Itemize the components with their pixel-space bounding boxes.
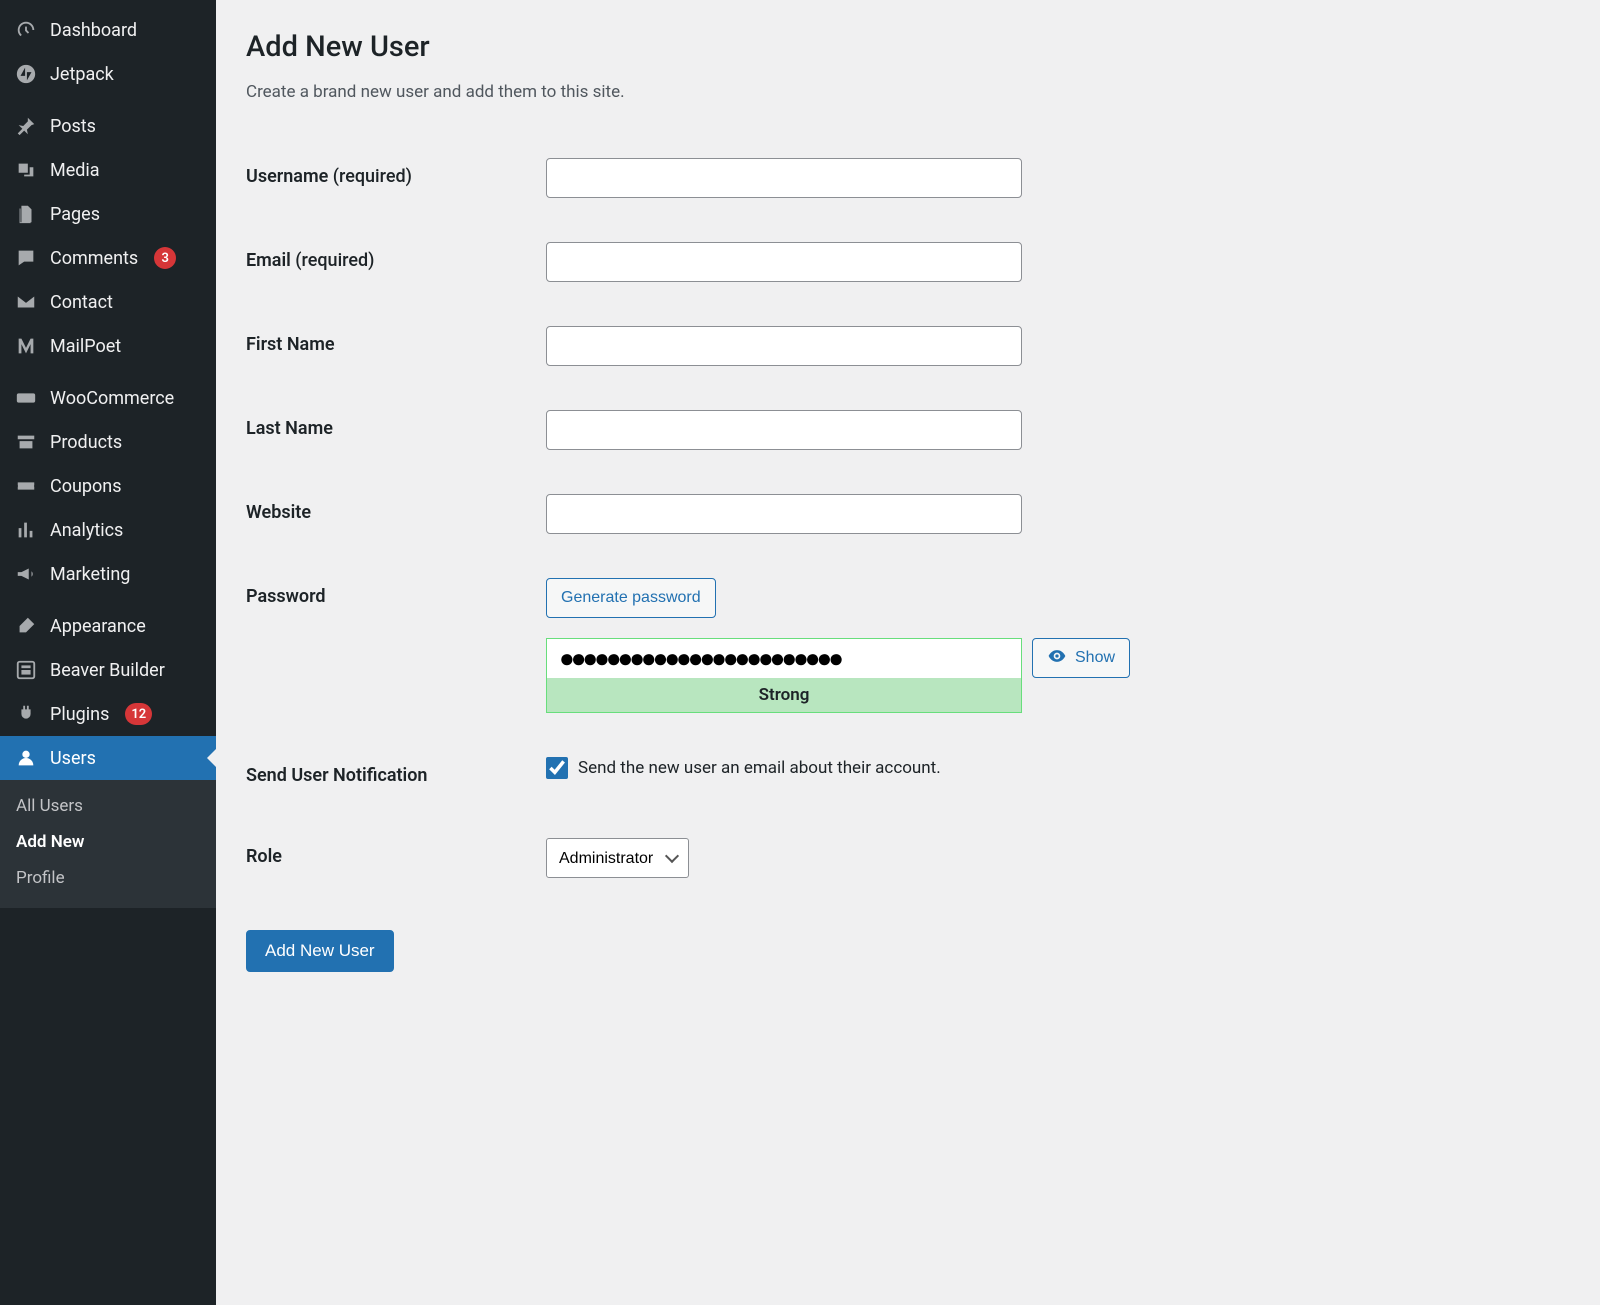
password-strength-indicator: Strong: [546, 678, 1022, 713]
add-user-form: Username (required) Email (required) Fir…: [246, 136, 1570, 900]
first-name-label: First Name: [246, 304, 546, 388]
sidebar-item-dashboard[interactable]: Dashboard: [0, 8, 216, 52]
sidebar-item-pages[interactable]: Pages: [0, 192, 216, 236]
sidebar-item-users[interactable]: Users: [0, 736, 216, 780]
sidebar-item-label: Contact: [50, 292, 113, 313]
sidebar-item-label: Marketing: [50, 564, 130, 585]
media-icon: [14, 158, 38, 182]
generate-password-button[interactable]: Generate password: [546, 578, 716, 618]
sidebar-item-contact[interactable]: Contact: [0, 280, 216, 324]
builder-icon: [14, 658, 38, 682]
eye-icon: [1047, 646, 1067, 671]
sidebar-item-label: Dashboard: [50, 20, 137, 41]
sidebar-item-label: WooCommerce: [50, 388, 174, 409]
sidebar-item-label: Analytics: [50, 520, 123, 541]
first-name-input[interactable]: [546, 326, 1022, 366]
submenu-item-all-users[interactable]: All Users: [0, 788, 216, 824]
sidebar-item-plugins[interactable]: Plugins 12: [0, 692, 216, 736]
sidebar-item-analytics[interactable]: Analytics: [0, 508, 216, 552]
main-content: Add New User Create a brand new user and…: [216, 0, 1600, 1305]
mail-icon: [14, 290, 38, 314]
website-input[interactable]: [546, 494, 1022, 534]
sidebar-item-appearance[interactable]: Appearance: [0, 604, 216, 648]
sidebar-item-label: Jetpack: [50, 64, 114, 85]
role-select[interactable]: Administrator: [546, 838, 689, 878]
last-name-label: Last Name: [246, 388, 546, 472]
brush-icon: [14, 614, 38, 638]
sidebar-item-mailpoet[interactable]: MailPoet: [0, 324, 216, 368]
woo-icon: [14, 386, 38, 410]
pages-icon: [14, 202, 38, 226]
megaphone-icon: [14, 562, 38, 586]
show-password-button[interactable]: Show: [1032, 638, 1130, 678]
username-input[interactable]: [546, 158, 1022, 198]
sidebar-item-beaver[interactable]: Beaver Builder: [0, 648, 216, 692]
user-icon: [14, 746, 38, 770]
submenu-item-profile[interactable]: Profile: [0, 860, 216, 896]
admin-sidebar: Dashboard Jetpack Posts Media Pages Comments 3…: [0, 0, 216, 1305]
role-label: Role: [246, 816, 546, 900]
mailpoet-icon: [14, 334, 38, 358]
send-notification-label: Send User Notification: [246, 735, 546, 816]
send-notification-text: Send the new user an email about their a…: [578, 758, 941, 778]
plug-icon: [14, 702, 38, 726]
pin-icon: [14, 114, 38, 138]
sidebar-item-posts[interactable]: Posts: [0, 104, 216, 148]
page-description: Create a brand new user and add them to …: [246, 82, 1570, 102]
sidebar-item-label: Users: [50, 748, 96, 769]
sidebar-item-media[interactable]: Media: [0, 148, 216, 192]
sidebar-item-coupons[interactable]: Coupons: [0, 464, 216, 508]
username-label: Username (required): [246, 136, 546, 220]
submenu-item-add-new[interactable]: Add New: [0, 824, 216, 860]
sidebar-item-comments[interactable]: Comments 3: [0, 236, 216, 280]
email-input[interactable]: [546, 242, 1022, 282]
sidebar-item-label: Posts: [50, 116, 96, 137]
password-input[interactable]: [546, 638, 1022, 678]
password-label: Password: [246, 556, 546, 735]
sidebar-item-label: Beaver Builder: [50, 660, 165, 681]
gauge-icon: [14, 18, 38, 42]
sidebar-badge: 12: [125, 703, 152, 725]
users-submenu: All UsersAdd NewProfile: [0, 780, 216, 908]
bars-icon: [14, 518, 38, 542]
sidebar-item-label: MailPoet: [50, 336, 121, 357]
jetpack-icon: [14, 62, 38, 86]
sidebar-item-label: Coupons: [50, 476, 122, 497]
sidebar-item-label: Plugins: [50, 704, 109, 725]
sidebar-item-jetpack[interactable]: Jetpack: [0, 52, 216, 96]
sidebar-item-label: Comments: [50, 248, 138, 269]
page-title: Add New User: [246, 30, 1570, 64]
ticket-icon: [14, 474, 38, 498]
sidebar-item-products[interactable]: Products: [0, 420, 216, 464]
archive-icon: [14, 430, 38, 454]
sidebar-item-woocommerce[interactable]: WooCommerce: [0, 376, 216, 420]
last-name-input[interactable]: [546, 410, 1022, 450]
send-notification-checkbox[interactable]: [546, 757, 568, 779]
sidebar-item-label: Pages: [50, 204, 100, 225]
sidebar-badge: 3: [154, 247, 176, 269]
website-label: Website: [246, 472, 546, 556]
sidebar-item-marketing[interactable]: Marketing: [0, 552, 216, 596]
comment-icon: [14, 246, 38, 270]
email-label: Email (required): [246, 220, 546, 304]
sidebar-item-label: Products: [50, 432, 122, 453]
add-new-user-submit-button[interactable]: Add New User: [246, 930, 394, 972]
sidebar-item-label: Appearance: [50, 616, 146, 637]
sidebar-item-label: Media: [50, 160, 100, 181]
